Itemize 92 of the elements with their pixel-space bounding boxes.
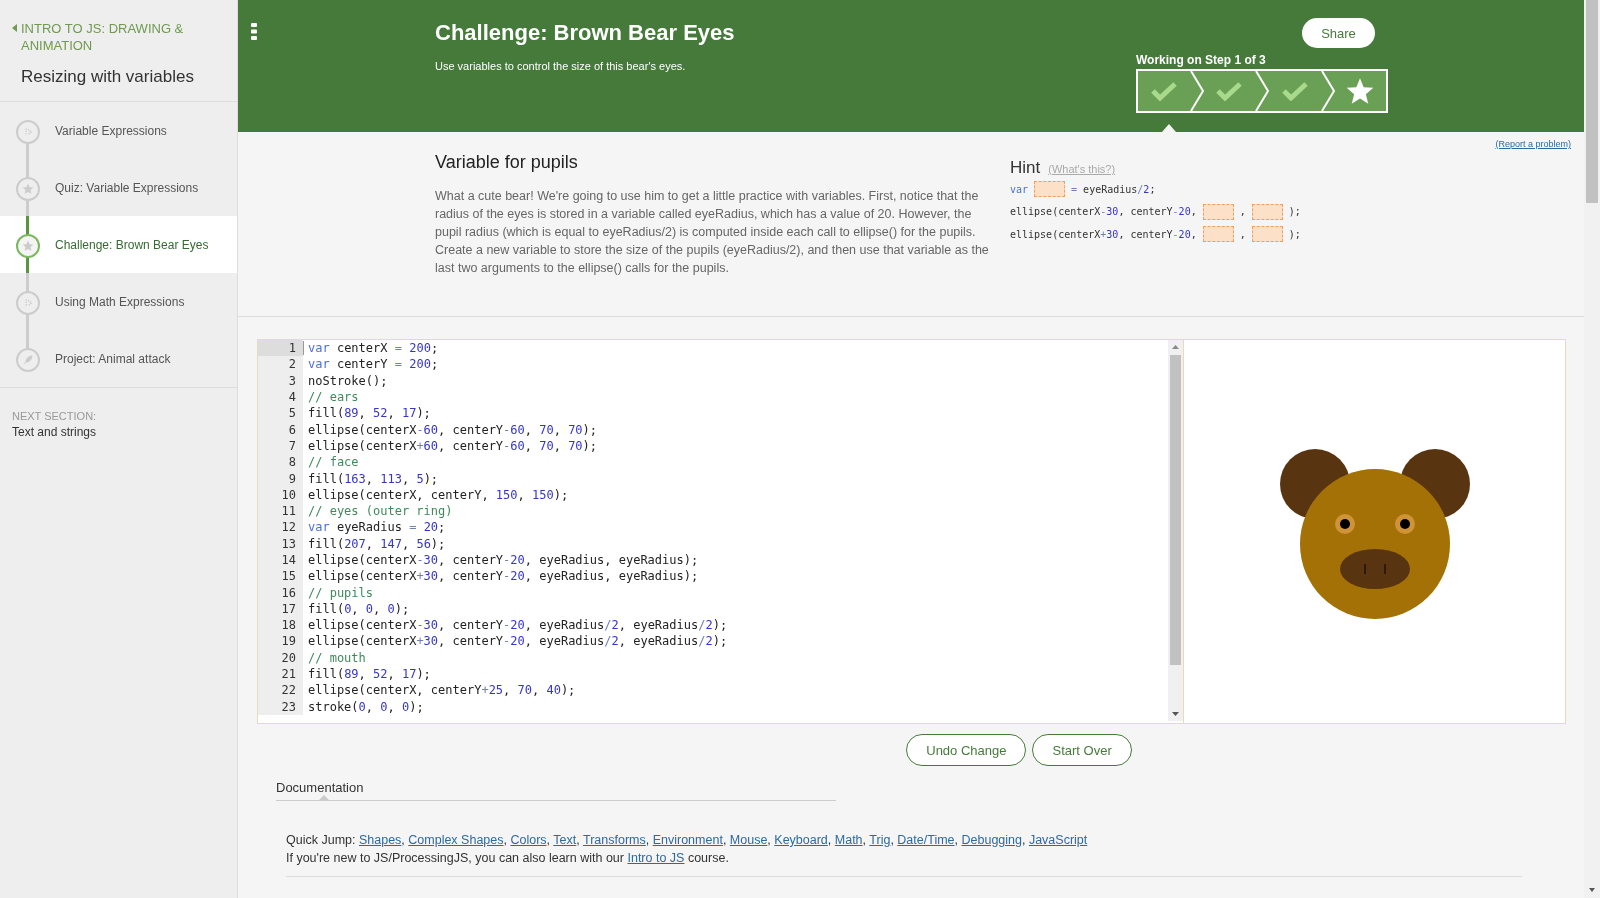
code-line: fill(89, 52, 17); [307, 667, 431, 682]
line-number: 22 [258, 682, 303, 699]
doc-link[interactable]: Date/Time [897, 833, 955, 847]
code-line: var eyeRadius = 20; [307, 520, 446, 535]
code-line: noStroke(); [307, 373, 388, 388]
doc-link[interactable]: Environment [652, 833, 723, 847]
code-line: stroke(0, 0, 0); [307, 699, 424, 714]
line-number: 8 [258, 454, 303, 471]
line-number: 2 [258, 356, 303, 373]
doc-link[interactable]: Keyboard [774, 833, 828, 847]
code-line: var centerY = 200; [307, 357, 439, 372]
doc-link[interactable]: Colors [510, 833, 547, 847]
line-number: 9 [258, 470, 303, 487]
check-icon[interactable] [1150, 81, 1177, 101]
progress-label: Working on Step 1 of 3 [1136, 53, 1266, 67]
lesson-title: Using Math Expressions [55, 294, 185, 309]
instructions-text: What a cute bear! We're going to use him to get a little practice with variables. First, notice that the radius of the eyes is stored in a variable called eyeRadius, which has a value of 20. However, the pupil radius (which is equal to eyeRadius/2) is computed inside each call to ellipse() for the pupils. Create a new variable to store the size of the pupils (eyeRadius/2), and then use that variable as the last two arguments to the ellipse() calls for the pupils. [435, 188, 990, 277]
line-number: 5 [258, 405, 303, 422]
quick-jump-text: Quick Jump: Shapes, Complex Shapes, Colors, Text, Transforms, Environment, Mouse, Keyboard, Math, Trig, Date/Time, Debugging, JavaScript [286, 832, 1089, 849]
code-line: // mouth [307, 650, 366, 665]
blank-slot [1034, 181, 1066, 198]
star-icon[interactable] [1346, 77, 1375, 105]
hint-code: ellipse(centerX-30, centerY-20, [1010, 206, 1197, 218]
line-number: 12 [258, 519, 303, 536]
hint-code: , [1239, 228, 1246, 240]
blank-slot [1202, 203, 1234, 220]
blank-slot [1251, 203, 1283, 220]
code-line: ellipse(centerX-60, centerY-60, 70, 70); [307, 422, 598, 437]
hint-code: ); [1288, 206, 1301, 218]
report-problem-link[interactable]: (Report a problem) [1495, 139, 1571, 149]
code-line: fill(89, 52, 17); [307, 406, 431, 421]
hint-title: Hint [1010, 158, 1041, 178]
line-number: 16 [258, 584, 303, 601]
code-line: ellipse(centerX+30, centerY-20, eyeRadius, eyeRadius); [307, 569, 699, 584]
code-line: var centerX = 200; [303, 341, 439, 356]
menu-icon[interactable] [251, 23, 257, 40]
lesson-title: Project: Animal attack [55, 351, 171, 366]
hint-code: , [1239, 206, 1246, 218]
doc-link[interactable]: Debugging [961, 833, 1022, 847]
challenge-title: Challenge: Brown Bear Eyes [435, 20, 736, 46]
code-line: fill(163, 113, 5); [307, 471, 439, 486]
line-number: 1 [258, 340, 303, 357]
hint-code: ellipse(centerX+30, centerY-20, [1010, 228, 1197, 240]
lesson-title: Challenge: Brown Bear Eyes [55, 237, 209, 252]
line-number: 6 [258, 421, 303, 438]
lesson-item[interactable]: Challenge: Brown Bear Eyes [0, 216, 237, 273]
lesson-title: Variable Expressions [55, 123, 167, 138]
doc-link[interactable]: JavaScript [1028, 833, 1088, 847]
code-line: // eyes (outer ring) [307, 504, 453, 519]
code-editor[interactable] [258, 340, 1184, 723]
code-line: ellipse(centerX+30, centerY-20, eyeRadius/2, eyeRadius/2); [307, 634, 728, 649]
step-title: Variable for pupils [435, 152, 579, 173]
check-icon[interactable] [1281, 81, 1308, 101]
hint-code: ); [1288, 228, 1301, 240]
line-number: 18 [258, 617, 303, 634]
line-number: 19 [258, 633, 303, 650]
editor-button[interactable]: Start Over [1032, 734, 1132, 766]
hint-code: var [1010, 183, 1029, 195]
doc-link[interactable]: Complex Shapes [408, 833, 504, 847]
next-section-link[interactable]: Text and strings [12, 425, 225, 439]
lesson-title: Quiz: Variable Expressions [55, 180, 199, 195]
doc-link[interactable]: Transforms [583, 833, 646, 847]
share-button[interactable]: Share [1302, 18, 1375, 48]
course-link[interactable]: Intro to JS [627, 851, 685, 865]
back-link[interactable]: INTRO TO JS: DRAWING & ANIMATION [12, 20, 197, 54]
lesson-item[interactable]: Quiz: Variable Expressions [0, 159, 237, 216]
documentation-tab[interactable]: Documentation [276, 780, 364, 795]
hint-code: = eyeRadius/2; [1071, 183, 1156, 195]
section-title: Resizing with variables [21, 67, 195, 87]
code-line: ellipse(centerX, centerY, 150, 150); [307, 487, 569, 502]
lesson-item[interactable]: Using Math Expressions [0, 273, 237, 330]
code-line: ellipse(centerX+60, centerY-60, 70, 70); [307, 438, 598, 453]
code-line: // face [307, 455, 359, 470]
blank-slot [1202, 226, 1234, 243]
lesson-item[interactable]: Variable Expressions [0, 102, 237, 159]
intro-text: If you're new to JS/ProcessingJS, you can also learn with our Intro to JS course. [286, 850, 730, 867]
next-section-label: NEXT SECTION: [12, 410, 98, 422]
line-number: 15 [258, 568, 303, 585]
check-icon[interactable] [1216, 81, 1243, 101]
lesson-item[interactable]: Project: Animal attack [0, 330, 237, 387]
code-line: fill(0, 0, 0); [307, 601, 410, 616]
code-line: // pupils [307, 585, 374, 600]
code-line: fill(207, 147, 56); [307, 536, 446, 551]
editor-button[interactable]: Undo Change [906, 734, 1027, 766]
code-line: ellipse(centerX-30, centerY-20, eyeRadius/2, eyeRadius/2); [307, 618, 728, 633]
doc-link[interactable]: Math [834, 833, 863, 847]
code-line: ellipse(centerX, centerY+25, 70, 40); [307, 683, 576, 698]
code-line: ellipse(centerX-30, centerY-20, eyeRadius, eyeRadius); [307, 553, 699, 567]
challenge-subtitle: Use variables to control the size of this bear's eyes. [435, 60, 687, 72]
back-arrow-icon[interactable] [12, 24, 17, 32]
code-line: // ears [307, 390, 359, 405]
blank-slot [1251, 226, 1283, 243]
